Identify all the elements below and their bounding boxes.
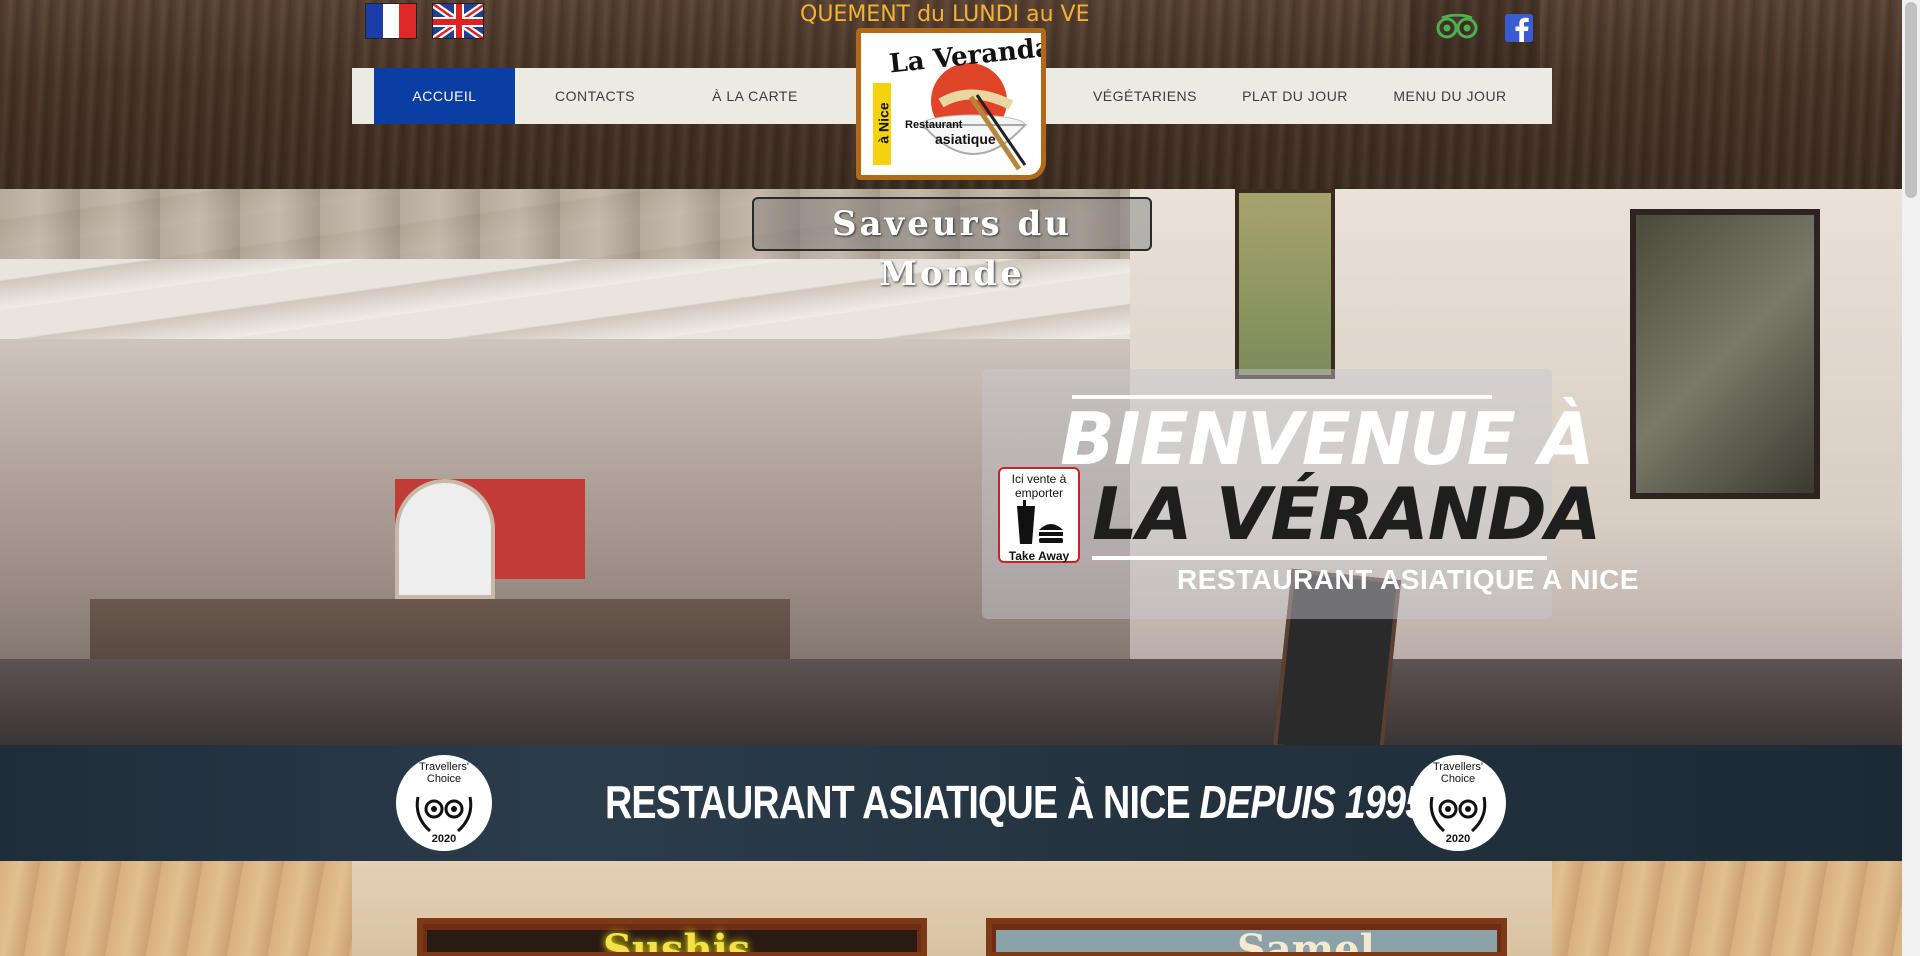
welcome-subtitle: RESTAURANT ASIATIQUE A NICE — [1177, 564, 1640, 595]
logo-sub-restaurant: Restaurant — [905, 119, 963, 131]
tagline-band: Travellers' Choice 2020 RESTAURANT ASIAT… — [0, 745, 1920, 861]
nav-item-a-la-carte[interactable]: À LA CARTE — [675, 68, 835, 124]
card-sushis-title: Sushis — [603, 926, 751, 956]
welcome-heading-1: BIENVENUE À — [1060, 397, 1595, 481]
travellers-choice-badge-right[interactable]: Travellers' Choice 2020 — [1410, 755, 1506, 851]
nav-item-accueil[interactable]: ACCUEIL — [374, 68, 515, 124]
band-tagline-main: RESTAURANT ASIATIQUE À NICE — [605, 776, 1200, 828]
welcome-panel: BIENVENUE À LA VÉRANDA RESTAURANT ASIATI… — [982, 369, 1639, 619]
welcome-bottom-rule — [1092, 556, 1547, 560]
logo-side-text: à Nice — [875, 102, 892, 144]
marquee-text: QUEMENT du LUNDI au VE — [800, 2, 1090, 27]
badge-year: 2020 — [1445, 833, 1471, 845]
page-scrollbar[interactable] — [1902, 0, 1920, 956]
takeaway-line-2: emporter — [1014, 486, 1064, 500]
announcement-marquee: QUEMENT du LUNDI au VE — [800, 0, 1102, 30]
card-samel[interactable]: Samel — [986, 918, 1507, 956]
facebook-icon[interactable] — [1505, 14, 1533, 46]
badge-year: 2020 — [431, 833, 457, 845]
content-section: Sushis Samel — [0, 861, 1920, 956]
card-sushis[interactable]: Sushis — [417, 918, 927, 956]
nav-item-plat-du-jour[interactable]: PLAT DU JOUR — [1220, 68, 1370, 124]
nav-item-vegetariens[interactable]: VÉGÉTARIENS — [1070, 68, 1220, 124]
band-tagline-emphasis: DEPUIS 1995. — [1199, 776, 1436, 828]
nav-item-menu-du-jour[interactable]: MENU DU JOUR — [1370, 68, 1530, 124]
restaurant-logo[interactable]: La Veranda à Nice Restaurant asiatique — [856, 28, 1046, 180]
french-flag-icon[interactable] — [365, 3, 417, 39]
welcome-heading-2: LA VÉRANDA — [1092, 472, 1601, 556]
take-away-sign: Ici vente à emporter Take Away — [998, 467, 1080, 563]
site-header: QUEMENT du LUNDI au VE ACCUEIL CONTACTS … — [0, 0, 1920, 189]
nav-item-contacts[interactable]: CONTACTS — [515, 68, 675, 124]
travellers-choice-badge-left[interactable]: Travellers' Choice 2020 — [396, 755, 492, 851]
saveurs-du-monde-banner: Saveurs du Monde — [752, 197, 1152, 294]
koi-painting — [1235, 189, 1335, 379]
uk-flag-icon[interactable] — [432, 3, 484, 39]
takeaway-line-3: Take Away — [1008, 549, 1070, 563]
scrollbar-thumb[interactable] — [1905, 2, 1917, 198]
orchid-painting — [1630, 209, 1820, 499]
takeaway-line-1: Ici vente à — [1011, 472, 1067, 486]
band-tagline: RESTAURANT ASIATIQUE À NICE DEPUIS 1995. — [605, 775, 1436, 829]
card-samel-title: Samel — [1237, 926, 1375, 956]
tripadvisor-icon[interactable] — [1436, 13, 1478, 44]
logo-sub-asiatique: asiatique — [935, 131, 996, 147]
cup-burger-icon — [1017, 500, 1063, 544]
hero-floor — [0, 659, 1920, 745]
hero-arch — [395, 479, 495, 599]
